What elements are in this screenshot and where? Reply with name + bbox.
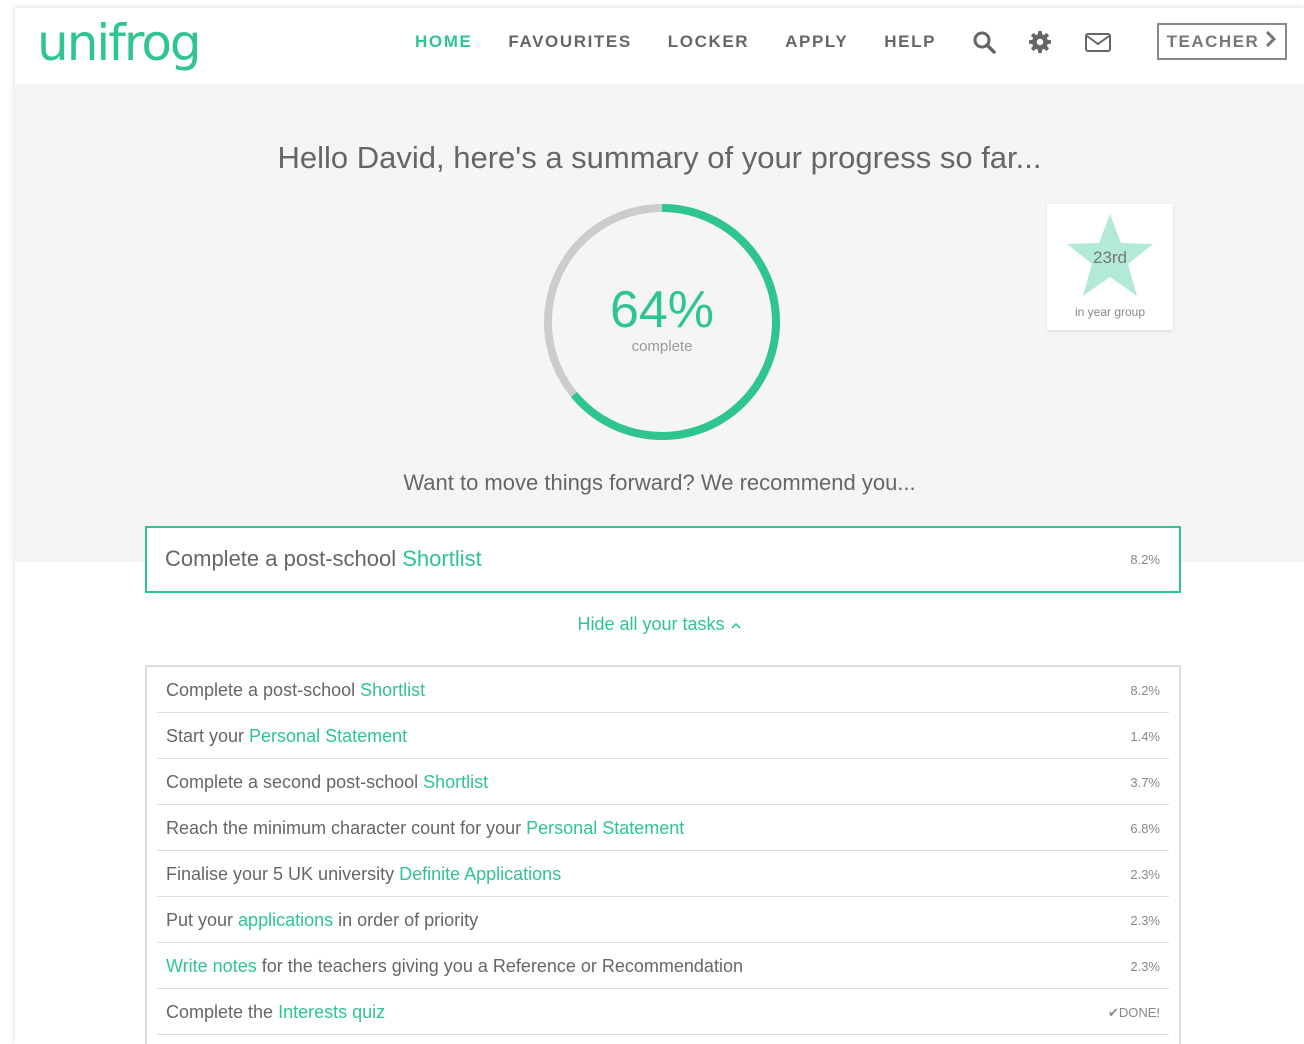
task-prefix: Put your [166,910,239,930]
task-prefix: Reach the minimum character count for yo… [166,818,527,838]
chevron-up-icon [730,614,742,634]
task-text: Put your applications in order of priori… [166,910,478,931]
task-row[interactable]: Write notes for the teachers giving you … [157,943,1169,989]
task-percent: 2.3% [1130,867,1160,882]
teacher-button[interactable]: TEACHER [1157,23,1287,60]
task-percent: 2.3% [1130,959,1160,974]
task-row[interactable]: Complete the Interests quiz ✔DONE! [157,989,1169,1035]
task-prefix: Complete the [166,1002,279,1022]
task-text: Complete a second post-school Shortlist [166,772,488,793]
task-row[interactable]: Start your Personal Statement 1.4% [157,713,1169,759]
task-text: Write notes for the teachers giving you … [166,956,743,977]
rank-card: 23rd in year group [1047,204,1173,330]
task-prefix: Finalise your 5 UK university [166,864,400,884]
nav-apply[interactable]: APPLY [785,32,848,52]
task-percent: 2.3% [1130,913,1160,928]
task-link[interactable]: Shortlist [423,772,488,792]
mail-icon[interactable] [1084,30,1112,54]
task-list: Complete a post-school Shortlist 8.2% Star… [145,665,1181,1044]
progress-summary: Hello David, here's a summary of your pr… [15,84,1304,562]
page: unifrog HOME FAVOURITES LOCKER APPLY HEL… [15,8,1304,1044]
unifrog-logo[interactable]: unifrog [37,14,202,72]
task-percent: 3.7% [1130,775,1160,790]
top-navigation-bar: unifrog HOME FAVOURITES LOCKER APPLY HEL… [15,8,1304,84]
task-link[interactable]: Shortlist [360,680,425,700]
task-suffix: for the teachers giving you a Reference … [256,956,743,976]
nav-favourites[interactable]: FAVOURITES [508,32,631,52]
recommended-task-prefix: Complete a post-school [165,546,403,571]
task-row[interactable]: Complete a second post-school Shortlist 3… [157,759,1169,805]
task-percent: 8.2% [1130,683,1160,698]
main-nav: HOME FAVOURITES LOCKER APPLY HELP [415,30,1140,54]
task-prefix: Complete a post-school [166,680,361,700]
recommended-task-link[interactable]: Shortlist [402,546,481,571]
teacher-button-label: TEACHER [1166,31,1260,51]
task-text: Complete the Interests quiz [166,1002,385,1023]
nav-help[interactable]: HELP [884,32,936,52]
gear-icon[interactable] [1028,30,1052,54]
task-link[interactable]: Definite Applications [399,864,561,884]
search-icon[interactable] [972,30,996,54]
rank-caption: in year group [1074,305,1146,319]
task-link[interactable]: Personal Statement [526,818,684,838]
task-percent: ✔DONE! [1107,1005,1160,1020]
task-row[interactable]: Reach the minimum character count for yo… [157,805,1169,851]
progress-subtitle: complete [631,338,693,355]
chevron-right-icon [1265,30,1277,52]
hide-tasks-toggle[interactable]: Hide all your tasks [15,614,1304,635]
progress-label: 64% complete [542,282,782,355]
greeting-heading: Hello David, here's a summary of your pr… [277,140,1042,175]
task-link[interactable]: Write notes [166,956,257,976]
task-text: Complete a post-school Shortlist [166,680,425,701]
progress-percent: 64% [609,281,715,339]
nav-home[interactable]: HOME [415,32,472,52]
nav-locker[interactable]: LOCKER [668,32,749,52]
recommended-task[interactable]: Complete a post-school Shortlist 8.2% [145,526,1181,593]
recommended-task-text: Complete a post-school Shortlist [165,546,482,572]
task-suffix: in order of priority [333,910,479,930]
task-row[interactable]: Put your applications in order of priori… [157,897,1169,943]
recommended-task-percent: 8.2% [1130,552,1160,567]
task-percent: 1.4% [1130,729,1160,744]
task-prefix: Complete a second post-school [166,772,424,792]
task-row[interactable]: Finalise your 5 UK university Definite A… [157,851,1169,897]
task-link[interactable]: Interests quiz [278,1002,385,1022]
hide-tasks-label: Hide all your tasks [577,614,725,634]
task-link[interactable]: applications [238,910,333,930]
recommend-heading: Want to move things forward? We recommen… [403,470,916,495]
task-link[interactable]: Personal Statement [249,726,407,746]
task-prefix: Start your [166,726,250,746]
task-row[interactable]: Complete a post-school Shortlist 8.2% [157,667,1169,713]
task-text: Reach the minimum character count for yo… [166,818,684,839]
rank-position: 23rd [1092,248,1128,267]
task-text: Start your Personal Statement [166,726,407,747]
task-text: Finalise your 5 UK university Definite A… [166,864,561,885]
task-percent: 6.8% [1130,821,1160,836]
